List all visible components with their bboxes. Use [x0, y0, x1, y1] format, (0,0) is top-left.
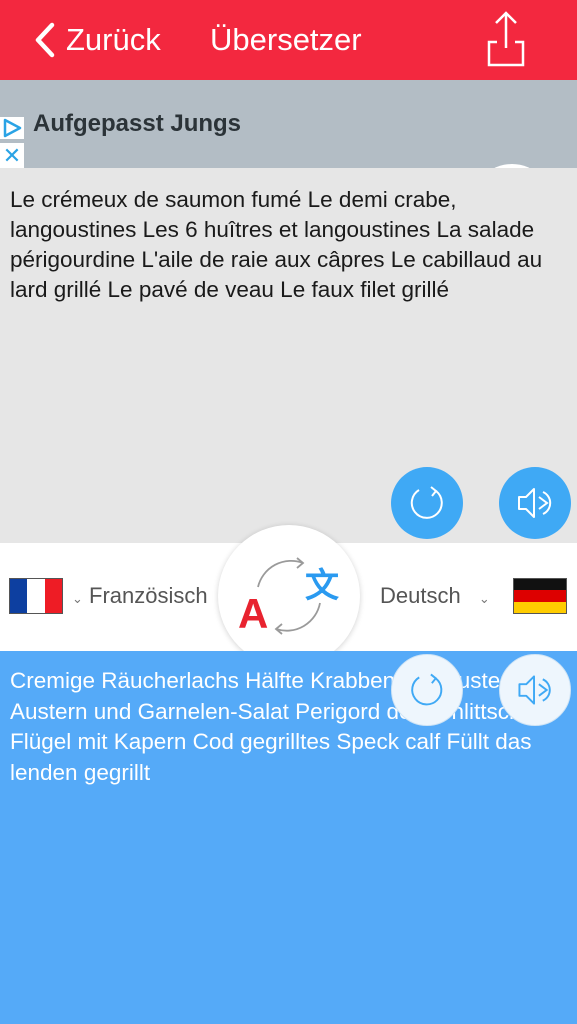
- nav-bar: Zurück Übersetzer: [0, 0, 577, 80]
- chevron-down-icon: ⌄: [72, 591, 83, 606]
- source-speaker-button[interactable]: [499, 467, 571, 539]
- refresh-icon: [410, 486, 443, 519]
- france-flag-icon[interactable]: [9, 578, 63, 614]
- source-refresh-button[interactable]: [391, 467, 463, 539]
- chevron-down-icon: ⌄: [478, 591, 490, 606]
- target-text[interactable]: Cremige Räucherlachs Hälfte Krabben, Lan…: [10, 666, 550, 788]
- ad-info-icon[interactable]: [0, 117, 24, 139]
- target-speaker-button[interactable]: [499, 654, 571, 726]
- translate-swap-icon: A 文: [238, 557, 339, 637]
- chevron-left-icon: [35, 22, 55, 58]
- target-language-label: Deutsch: [380, 583, 461, 608]
- target-language-select[interactable]: Deutsch ⌄: [380, 583, 490, 609]
- ad-title: Aufgepasst Jungs: [33, 110, 242, 137]
- letter-translate: 文: [305, 566, 339, 606]
- source-panel: Le crémeux de saumon fumé Le demi crabe,…: [0, 168, 577, 543]
- source-text[interactable]: Le crémeux de saumon fumé Le demi crabe,…: [10, 185, 567, 305]
- share-icon[interactable]: [484, 10, 528, 68]
- germany-flag-icon[interactable]: [513, 578, 567, 614]
- ad-banner[interactable]: Aufgepasst Jungs: [0, 80, 577, 246]
- page-title: Übersetzer: [210, 22, 362, 57]
- speaker-icon: [518, 488, 552, 518]
- target-panel: Cremige Räucherlachs Hälfte Krabben, Lan…: [0, 651, 577, 1024]
- speaker-icon: [518, 675, 551, 705]
- back-button[interactable]: Zurück: [34, 20, 161, 60]
- refresh-icon: [411, 673, 443, 706]
- back-label: Zurück: [66, 22, 161, 57]
- ad-close-button[interactable]: ✕: [0, 143, 24, 168]
- swap-languages-button[interactable]: A 文: [218, 525, 360, 667]
- target-refresh-button[interactable]: [391, 654, 463, 726]
- source-language-label: Französisch: [89, 583, 208, 608]
- letter-a: A: [238, 590, 268, 637]
- source-language-select[interactable]: ⌄ Französisch: [72, 583, 208, 609]
